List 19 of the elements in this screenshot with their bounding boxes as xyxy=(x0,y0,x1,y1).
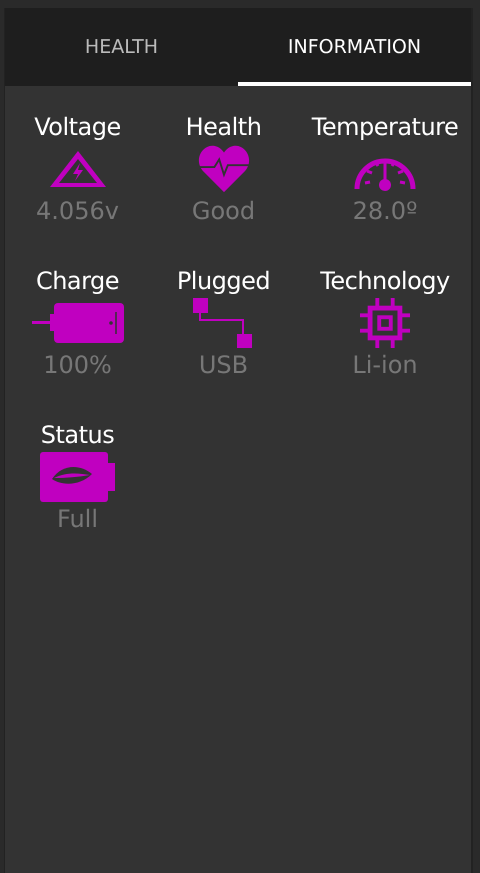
info-value: 100% xyxy=(43,350,112,381)
info-label: Technology xyxy=(320,266,450,297)
eco-battery-icon xyxy=(40,452,116,502)
info-label: Health xyxy=(186,112,262,143)
info-value: 28.0º xyxy=(352,196,418,227)
info-value: Full xyxy=(56,504,98,535)
chip-icon xyxy=(359,298,411,348)
info-value: Li-ion xyxy=(352,350,418,381)
info-label: Charge xyxy=(36,266,120,297)
info-label: Temperature xyxy=(312,112,458,143)
tab[interactable]: INFORMATION xyxy=(238,8,471,86)
info-value: USB xyxy=(198,350,248,381)
info-label: Voltage xyxy=(34,112,121,143)
info-label: Status xyxy=(40,420,114,451)
info-value: 4.056v xyxy=(36,196,119,227)
connector-icon xyxy=(192,298,254,348)
info-label: Plugged xyxy=(176,266,270,297)
info-value: Good xyxy=(192,196,256,227)
tab[interactable]: HEALTH xyxy=(5,8,238,86)
